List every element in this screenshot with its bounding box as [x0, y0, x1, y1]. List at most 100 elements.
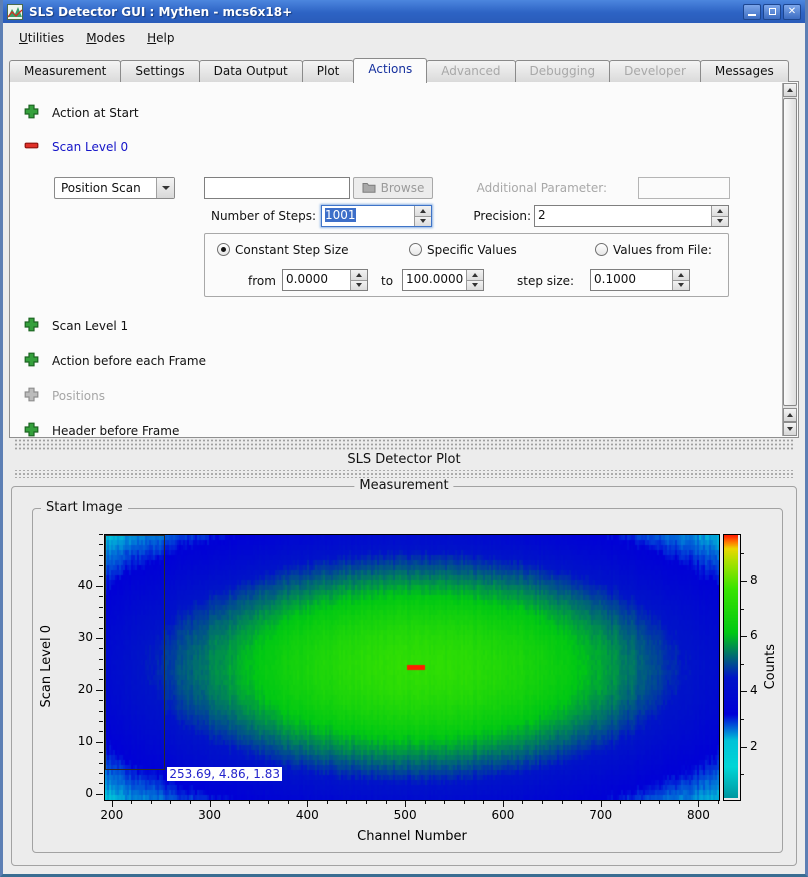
y-minor-tick [99, 586, 103, 587]
tab-advanced: Advanced [426, 60, 515, 82]
app-window: SLS Detector GUI : Mythen - mcs6x18+ ✕ U… [0, 0, 808, 877]
scan-script-input[interactable] [204, 177, 350, 199]
x-minor-tick [190, 801, 191, 804]
spin-up-button[interactable] [415, 206, 431, 216]
x-minor-tick [620, 801, 621, 804]
action-at-start-row[interactable]: Action at Start [24, 105, 139, 121]
x-minor-tick [444, 801, 445, 804]
menu-help[interactable]: Help [137, 28, 184, 48]
colorbar-minor-tick [741, 609, 744, 610]
spin-up-button[interactable] [351, 270, 367, 280]
x-minor-tick [659, 801, 660, 804]
y-minor-tick [99, 555, 103, 556]
plus-icon[interactable] [24, 422, 39, 438]
radio-constant-step-size[interactable] [217, 243, 230, 256]
menu-modes[interactable]: Modes [76, 28, 135, 48]
scrollbar-thumb[interactable] [783, 98, 797, 406]
y-minor-tick [99, 669, 103, 670]
colorbar [723, 534, 741, 801]
x-minor-tick [562, 801, 563, 804]
minus-icon[interactable] [24, 138, 39, 156]
heatmap-canvas[interactable] [105, 535, 719, 800]
chevron-down-icon[interactable] [156, 178, 174, 198]
plus-icon[interactable] [24, 104, 39, 122]
from-spinbox[interactable]: 0.0000 [282, 269, 368, 291]
scan-mode-value: Position Scan [55, 181, 156, 195]
action-label: Action before each Frame [52, 354, 206, 368]
y-minor-tick [99, 711, 103, 712]
x-tick-label: 200 [92, 808, 132, 823]
to-label: to [381, 274, 393, 288]
colorbar-minor-tick [741, 774, 744, 775]
close-button[interactable]: ✕ [783, 4, 801, 20]
plot-dock-handle[interactable]: SLS Detector Plot [3, 436, 805, 478]
colorbar-tick [741, 747, 747, 748]
number-of-steps-spinbox[interactable]: 1001 [321, 205, 432, 227]
precision-spinbox[interactable]: 2 [534, 205, 729, 227]
menu-utilities[interactable]: Utilities [9, 28, 74, 48]
y-tick [96, 742, 103, 743]
precision-value: 2 [535, 206, 711, 226]
y-minor-tick [99, 773, 103, 774]
colorbar-title: Counts [763, 644, 778, 689]
start-image-group: Start Image Scan Level 0 253.69, 4.86, 1… [32, 508, 783, 853]
y-tick-label: 30 [62, 630, 93, 645]
tab-bar: MeasurementSettingsData OutputPlotAction… [9, 57, 799, 82]
x-minor-tick [151, 801, 152, 804]
radio-values-from-file[interactable] [595, 243, 608, 256]
tab-settings[interactable]: Settings [120, 60, 199, 82]
maximize-button[interactable] [763, 4, 781, 20]
x-tick [405, 801, 406, 807]
header-before-frame-row[interactable]: Header before Frame [24, 423, 179, 438]
y-minor-tick [99, 742, 103, 743]
x-minor-tick [601, 801, 602, 804]
tab-actions[interactable]: Actions [353, 58, 427, 83]
scroll-down-button[interactable] [783, 422, 797, 436]
to-spinbox[interactable]: 100.0000 [402, 269, 484, 291]
scan-level-0-row[interactable]: Scan Level 0 [24, 139, 128, 155]
heatmap-plot[interactable]: 253.69, 4.86, 1.83 [104, 534, 720, 801]
y-tick [96, 586, 103, 587]
spin-up-button[interactable] [712, 206, 728, 216]
x-tick [698, 801, 699, 807]
scan-mode-combo[interactable]: Position Scan [54, 177, 175, 199]
radio-specific-values[interactable] [409, 243, 422, 256]
scroll-up-button[interactable] [783, 83, 797, 97]
spin-down-button[interactable] [467, 280, 483, 291]
y-tick-label: 20 [62, 682, 93, 697]
step-options-frame: Constant Step Size Specific Values Value… [204, 233, 729, 297]
spin-up-button[interactable] [673, 270, 689, 280]
step-size-value: 0.1000 [591, 270, 672, 290]
titlebar[interactable]: SLS Detector GUI : Mythen - mcs6x18+ ✕ [3, 0, 805, 23]
spin-up-button[interactable] [467, 270, 483, 280]
tab-plot[interactable]: Plot [302, 60, 355, 82]
scan-level-1-row[interactable]: Scan Level 1 [24, 318, 128, 334]
tab-messages[interactable]: Messages [700, 60, 789, 82]
spin-down-button[interactable] [351, 280, 367, 291]
close-icon: ✕ [788, 7, 796, 17]
window-title: SLS Detector GUI : Mythen - mcs6x18+ [29, 5, 743, 19]
spin-down-button[interactable] [712, 216, 728, 227]
y-tick [96, 794, 103, 795]
plus-icon[interactable] [24, 317, 39, 335]
x-minor-tick [112, 801, 113, 804]
y-axis-title-box: Scan Level 0 [39, 534, 54, 799]
tab-measurement[interactable]: Measurement [9, 60, 121, 82]
x-minor-tick [131, 801, 132, 804]
vertical-scrollbar[interactable] [782, 83, 797, 436]
spin-down-button[interactable] [673, 280, 689, 291]
action-before-frame-row[interactable]: Action before each Frame [24, 353, 206, 369]
scroll-up-button-2[interactable] [783, 408, 797, 422]
y-minor-tick [99, 752, 103, 753]
plus-icon[interactable] [24, 352, 39, 370]
minimize-icon [748, 7, 756, 16]
minimize-button[interactable] [743, 4, 761, 20]
spin-down-button[interactable] [415, 216, 431, 227]
precision-label: Precision: [462, 205, 531, 227]
x-minor-tick [483, 801, 484, 804]
step-size-spinbox[interactable]: 0.1000 [590, 269, 690, 291]
x-minor-tick [386, 801, 387, 804]
tab-data-output[interactable]: Data Output [199, 60, 303, 82]
colorbar-minor-tick [741, 691, 744, 692]
colorbar-minor-tick [741, 719, 744, 720]
